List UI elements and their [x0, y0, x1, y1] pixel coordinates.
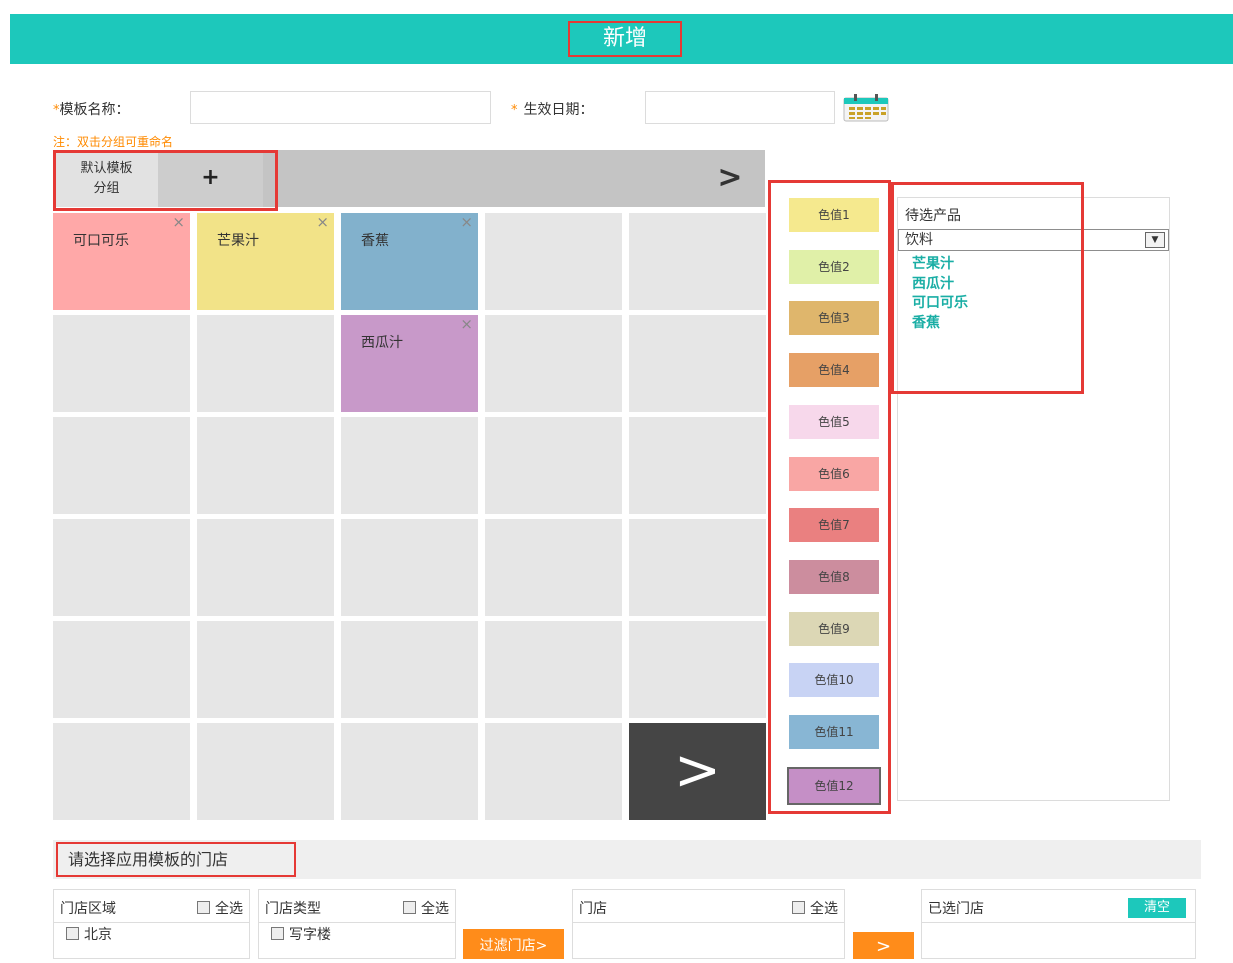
group-highlight-box: [53, 150, 278, 211]
clear-button[interactable]: 清空: [1128, 898, 1186, 918]
grid-empty-cell[interactable]: [629, 519, 766, 616]
checkbox-icon[interactable]: [197, 901, 210, 914]
store-section-title: 请选择应用模板的门店: [56, 842, 296, 877]
grid-empty-cell[interactable]: [485, 519, 622, 616]
grid-product-cell[interactable]: 可口可乐 ×: [53, 213, 190, 310]
grid-empty-cell[interactable]: [629, 417, 766, 514]
effective-date-label: 生效日期：: [523, 102, 594, 118]
grid-empty-cell[interactable]: [485, 417, 622, 514]
grid-product-cell[interactable]: 芒果汁 ×: [197, 213, 334, 310]
select-all-label: 全选: [421, 901, 449, 917]
region-select-all[interactable]: 全选: [197, 898, 243, 918]
grid-product-name: 西瓜汁: [361, 335, 403, 351]
grid-product-cell[interactable]: 香蕉 ×: [341, 213, 478, 310]
template-name-input[interactable]: [190, 91, 491, 124]
select-all-label: 全选: [215, 901, 243, 917]
product-highlight-box: [891, 182, 1084, 394]
grid-empty-cell[interactable]: [629, 315, 766, 412]
selected-stores-label: 已选门店: [928, 901, 984, 917]
grid-empty-cell[interactable]: [197, 519, 334, 616]
select-all-label: 全选: [810, 901, 838, 917]
checkbox-icon[interactable]: [66, 927, 79, 940]
grid-empty-cell[interactable]: [485, 723, 622, 820]
grid-empty-cell[interactable]: [197, 621, 334, 718]
grid-empty-cell[interactable]: [485, 315, 622, 412]
grid-next-page-button[interactable]: >: [629, 723, 766, 820]
store-select-all[interactable]: 全选: [792, 898, 838, 918]
template-name-label: 模板名称：: [59, 102, 130, 118]
store-label: 门店: [579, 901, 607, 917]
type-item-label: 写字楼: [289, 927, 331, 943]
close-icon[interactable]: ×: [460, 213, 473, 231]
grid-empty-cell[interactable]: [485, 621, 622, 718]
grid-empty-cell[interactable]: [53, 417, 190, 514]
grid-empty-cell[interactable]: [341, 519, 478, 616]
close-icon[interactable]: ×: [172, 213, 185, 231]
region-item[interactable]: 北京: [66, 924, 112, 944]
chevron-down-icon[interactable]: ▼: [1145, 232, 1165, 248]
grid-empty-cell[interactable]: [197, 723, 334, 820]
template-name-label-wrap: *模板名称：: [53, 99, 130, 119]
page-title: 新增: [568, 21, 682, 57]
close-icon[interactable]: ×: [460, 315, 473, 333]
checkbox-icon[interactable]: [271, 927, 284, 940]
grid-empty-cell[interactable]: [485, 213, 622, 310]
region-column-header: 门店区域 全选: [54, 890, 249, 923]
grid-empty-cell[interactable]: [197, 315, 334, 412]
grid-product-name: 可口可乐: [73, 233, 129, 249]
type-column-header: 门店类型 全选: [259, 890, 455, 923]
grid-empty-cell[interactable]: [197, 417, 334, 514]
region-column: 门店区域 全选 北京: [53, 889, 250, 959]
type-item[interactable]: 写字楼: [271, 924, 331, 944]
grid-empty-cell[interactable]: [341, 723, 478, 820]
grid-empty-cell[interactable]: [629, 621, 766, 718]
type-column: 门店类型 全选 写字楼: [258, 889, 456, 959]
grid-product-name: 芒果汁: [217, 233, 259, 249]
close-icon[interactable]: ×: [316, 213, 329, 231]
store-column: 门店 全选: [572, 889, 845, 959]
grid-empty-cell[interactable]: [341, 621, 478, 718]
grid-product-cell[interactable]: 西瓜汁 ×: [341, 315, 478, 412]
calendar-icon[interactable]: [843, 94, 889, 122]
color-highlight-box: [768, 180, 891, 814]
grid-empty-cell[interactable]: [53, 315, 190, 412]
group-next-button[interactable]: >: [705, 152, 755, 204]
effective-date-input[interactable]: [645, 91, 835, 124]
grid-empty-cell[interactable]: [53, 621, 190, 718]
region-item-label: 北京: [84, 927, 112, 943]
region-label: 门店区域: [60, 901, 116, 917]
effective-date-label-wrap: * 生效日期：: [511, 99, 594, 119]
grid-empty-cell[interactable]: [53, 519, 190, 616]
grid-empty-cell[interactable]: [341, 417, 478, 514]
type-label: 门店类型: [265, 901, 321, 917]
store-column-header: 门店 全选: [573, 890, 844, 923]
grid-empty-cell[interactable]: [53, 723, 190, 820]
grid-empty-cell[interactable]: [629, 213, 766, 310]
checkbox-icon[interactable]: [403, 901, 416, 914]
type-select-all[interactable]: 全选: [403, 898, 449, 918]
rename-note: 注：双击分组可重命名: [53, 135, 174, 149]
checkbox-icon[interactable]: [792, 901, 805, 914]
required-mark: *: [511, 103, 518, 118]
grid-product-name: 香蕉: [361, 233, 389, 249]
